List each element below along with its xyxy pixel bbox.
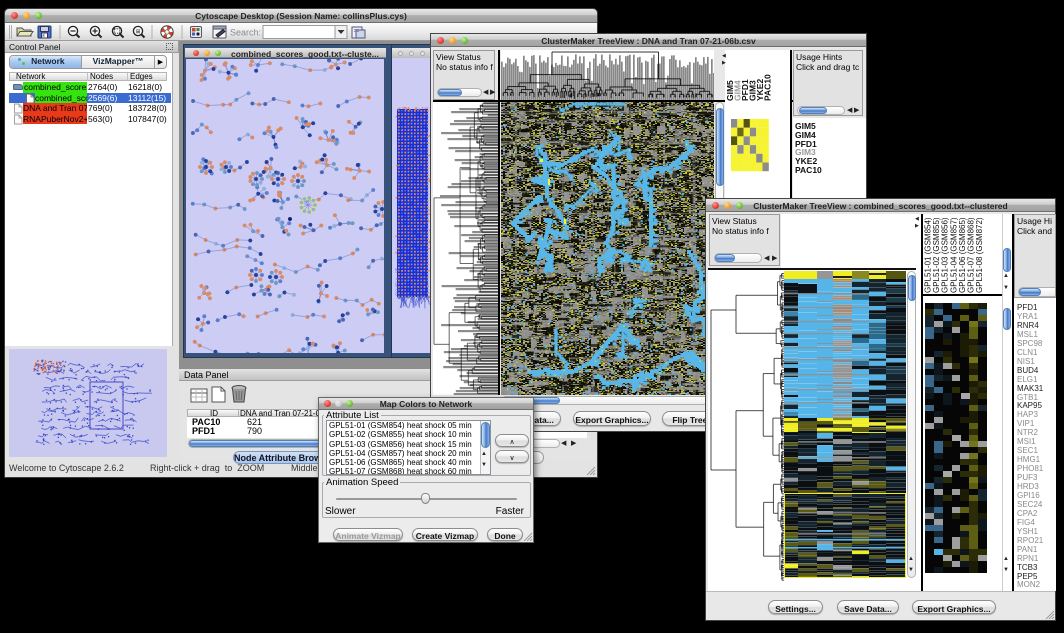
svg-text:Search:: Search: — [230, 28, 261, 38]
svg-text:⊞: ⊞ — [136, 29, 141, 35]
svg-text:PAC10: PAC10 — [763, 74, 773, 101]
svg-text:GPL51-08 (GSM872): GPL51-08 (GSM872) — [975, 217, 984, 293]
